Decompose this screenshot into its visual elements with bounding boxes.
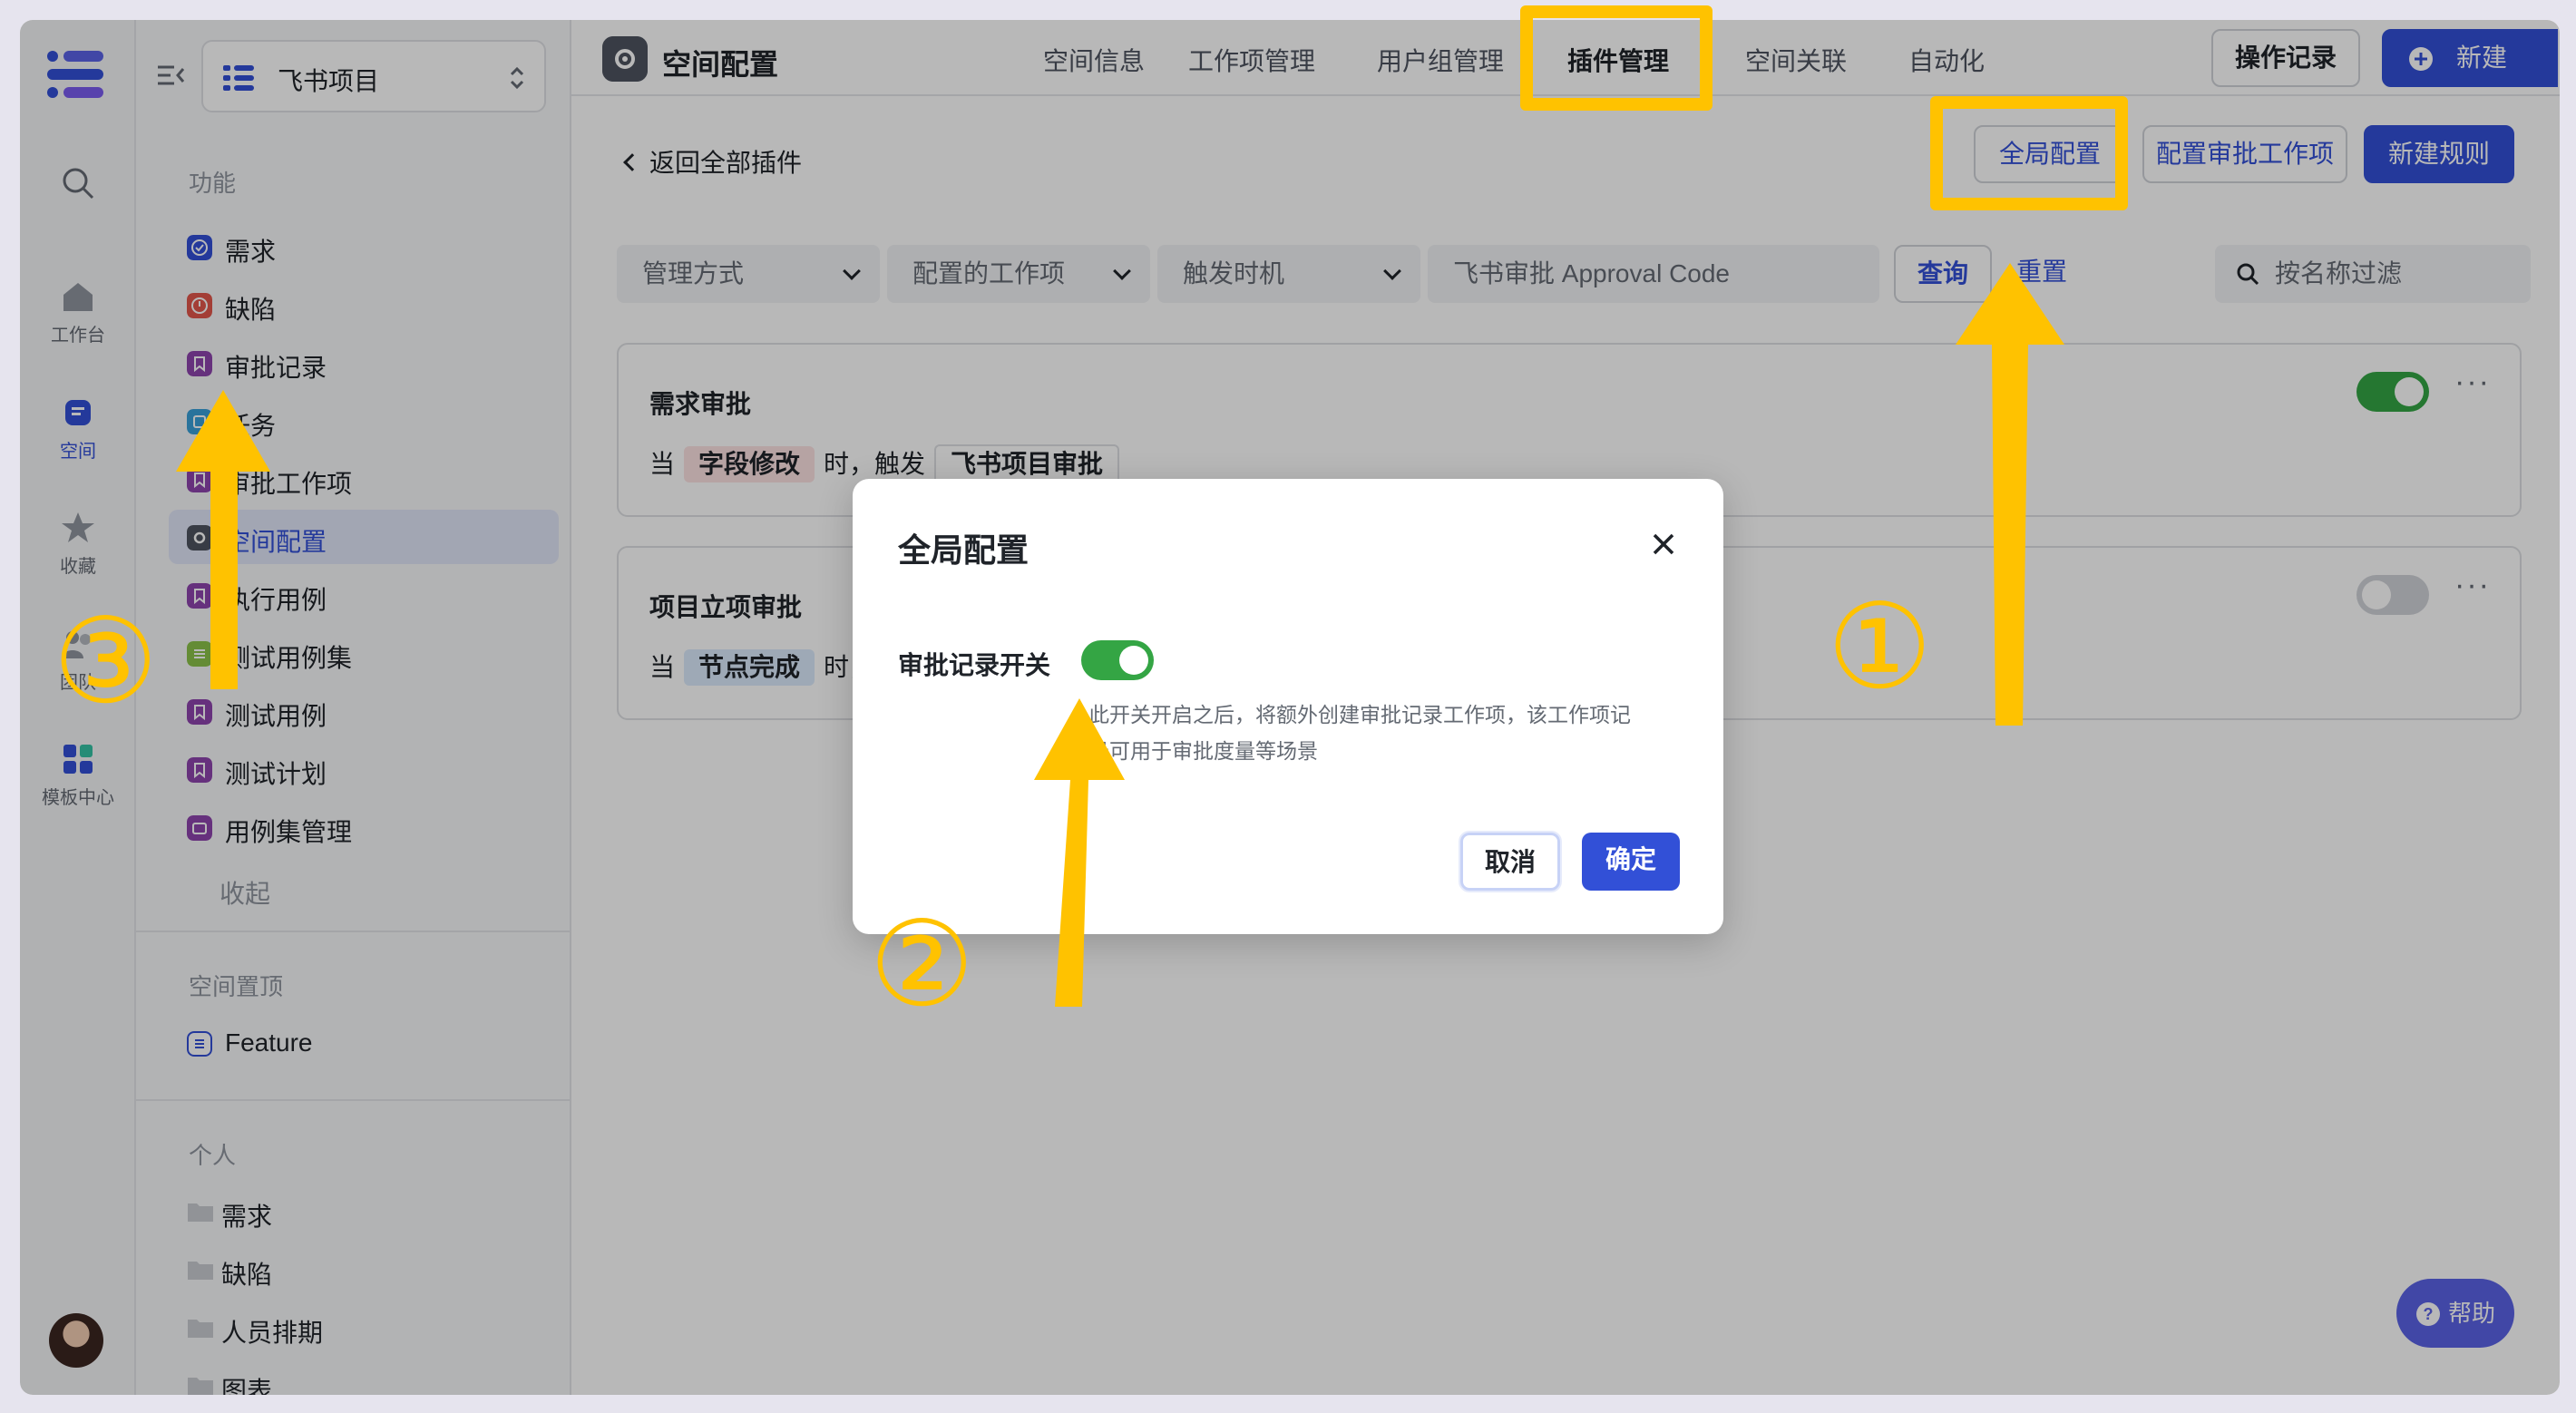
dialog-title: 全局配置 [898, 531, 1029, 569]
cancel-button[interactable]: 取消 [1460, 833, 1560, 891]
annotation-step-2: ② [869, 898, 975, 1030]
global-config-dialog: 全局配置 审批记录开关 此开关开启之后，将额外创建审批记录工作项，该工作项记录可… [853, 479, 1723, 934]
approval-record-switch[interactable] [1081, 640, 1154, 680]
highlight-global-config [1930, 96, 2128, 210]
annotation-step-1: ① [1827, 580, 1933, 713]
annotation-step-3: ③ [53, 595, 159, 727]
approval-record-switch-label: 审批记录开关 [898, 651, 1051, 679]
highlight-plugin-tab [1520, 5, 1712, 111]
close-icon[interactable] [1649, 530, 1678, 559]
confirm-button[interactable]: 确定 [1582, 833, 1680, 891]
switch-description: 此开关开启之后，将额外创建审批记录工作项，该工作项记录可用于审批度量等场景 [1088, 703, 1631, 763]
